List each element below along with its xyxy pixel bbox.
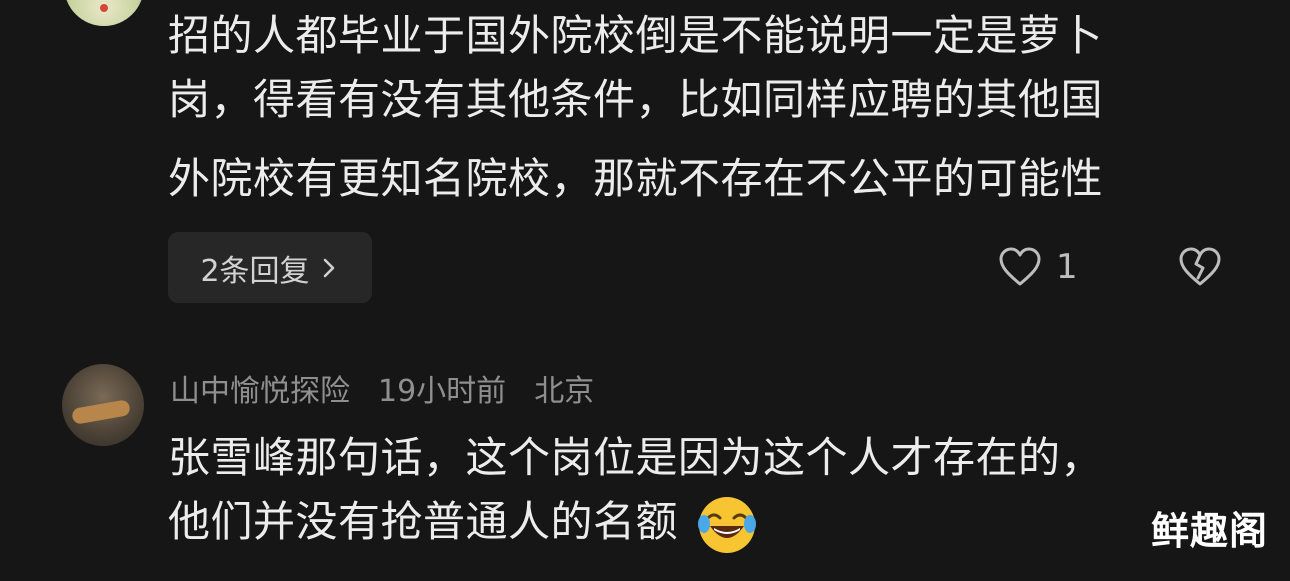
- location: 北京: [534, 374, 595, 409]
- comment-text-line-2: 岗，得看有没有其他条件，比如同样应聘的其他国: [168, 75, 1104, 124]
- comment-text-line-3: 外院校有更知名院校，那就不存在不公平的可能性: [168, 154, 1104, 203]
- view-replies-button[interactable]: 2条回复: [168, 232, 372, 303]
- comment-text-line-1: 招的人都毕业于国外院校倒是不能说明一定是萝卜: [168, 11, 1104, 60]
- avatar-detail: [71, 399, 131, 425]
- avatar-detail: [100, 4, 108, 12]
- comment-text-line-1: 张雪峰那句话，这个岗位是因为这个人才存在的，: [168, 433, 1104, 482]
- dislike-button[interactable]: [1178, 246, 1222, 292]
- avatar[interactable]: [64, 0, 144, 26]
- username[interactable]: 山中愉悦探险: [170, 366, 350, 410]
- comment-text-line-2: 他们并没有抢普通人的名额: [168, 490, 1103, 556]
- comment-text-line-2-text: 他们并没有抢普通人的名额: [168, 497, 679, 546]
- watermark: 鲜趣阁: [1150, 509, 1268, 553]
- comment-body: 张雪峰那句话，这个岗位是因为这个人才存在的， 他们并没有抢普通人的名额: [168, 426, 1103, 556]
- view-replies-label: 2条回复: [200, 253, 310, 289]
- laughing-crying-emoji-icon: [697, 496, 756, 553]
- comment-meta: 山中愉悦探险 19小时前 北京: [170, 366, 594, 410]
- avatar[interactable]: [62, 364, 144, 446]
- broken-heart-icon: [1179, 247, 1221, 286]
- timestamp: 19小时前: [378, 374, 507, 409]
- comment-thread: 招的人都毕业于国外院校倒是不能说明一定是萝卜 岗，得看有没有其他条件，比如同样应…: [0, 0, 1290, 581]
- like-count: 1: [1056, 247, 1078, 287]
- chevron-right-icon: [323, 258, 334, 277]
- like-button[interactable]: 1: [998, 246, 1078, 288]
- heart-outline-icon: [999, 247, 1041, 286]
